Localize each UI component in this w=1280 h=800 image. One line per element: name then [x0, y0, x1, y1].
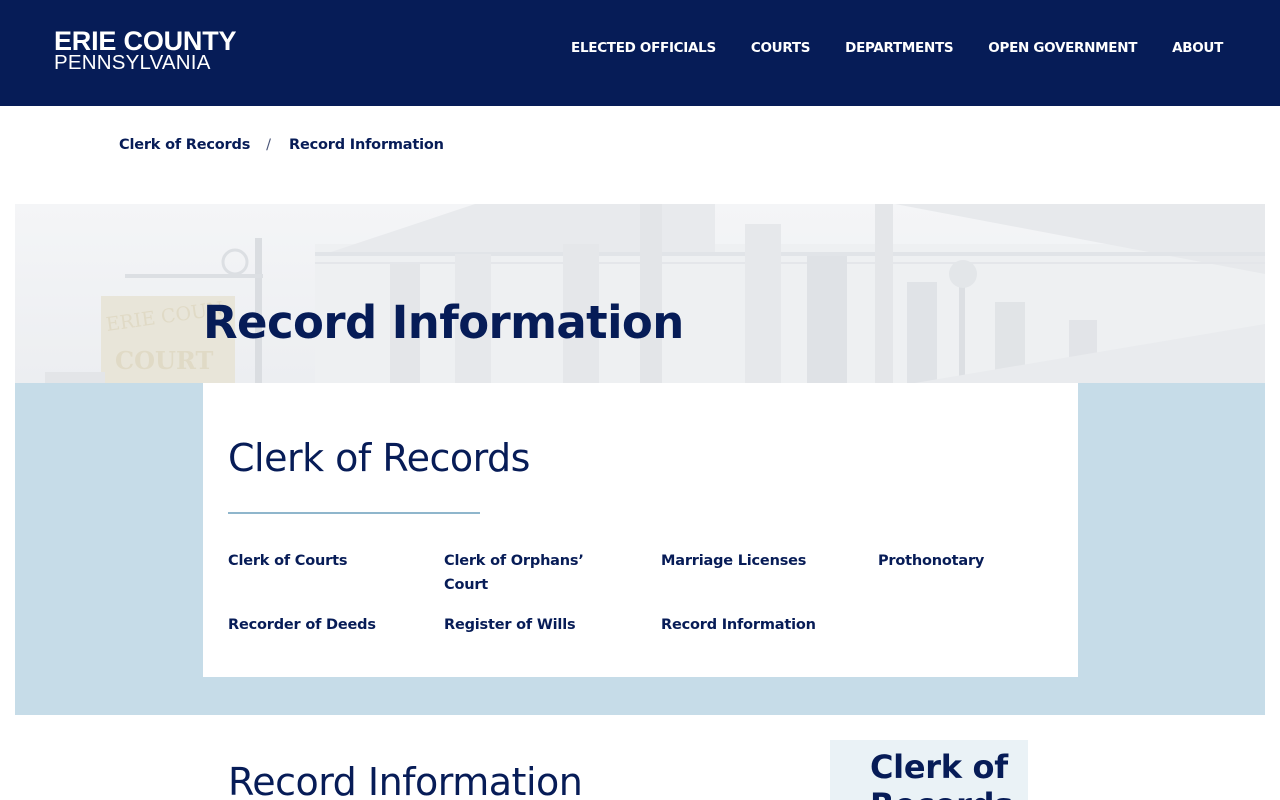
card-divider: [228, 512, 480, 514]
nav-departments[interactable]: DEPARTMENTS: [845, 39, 953, 57]
link-clerk-of-courts[interactable]: Clerk of Courts: [228, 549, 418, 573]
link-record-information[interactable]: Record Information: [661, 613, 861, 637]
site-header: ERIE COUNTY PENNSYLVANIA ELECTED OFFICIA…: [0, 0, 1280, 106]
sidebar-title: Clerk of Records: [870, 748, 1013, 800]
erie-county-logo[interactable]: ERIE COUNTY PENNSYLVANIA: [54, 28, 237, 74]
link-clerk-of-orphans-court[interactable]: Clerk of Orphans’ Court: [444, 549, 594, 597]
breadcrumb-separator: /: [266, 137, 272, 153]
link-register-of-wills[interactable]: Register of Wills: [444, 613, 634, 637]
breadcrumb-clerk-of-records[interactable]: Clerk of Records: [119, 136, 250, 154]
logo-line-pennsylvania: PENNSYLVANIA: [54, 51, 211, 74]
sign-text-court-house: COURT: [115, 346, 213, 375]
sidebar-box: Clerk of Records: [830, 740, 1028, 800]
breadcrumb-record-information[interactable]: Record Information: [289, 136, 444, 154]
nav-courts[interactable]: COURTS: [751, 39, 811, 57]
card-title: Clerk of Records: [228, 436, 530, 480]
link-recorder-of-deeds[interactable]: Recorder of Deeds: [228, 613, 418, 637]
nav-about[interactable]: ABOUT: [1172, 39, 1223, 57]
clerk-of-records-card: Clerk of Records Clerk of Courts Clerk o…: [203, 383, 1078, 677]
page-title: Record Information: [203, 296, 684, 349]
link-marriage-licenses[interactable]: Marriage Licenses: [661, 549, 861, 573]
nav-open-government[interactable]: OPEN GOVERNMENT: [988, 39, 1137, 57]
section-title-record-information: Record Information: [228, 760, 583, 800]
hero-banner: ERIE COUN COURT Record Information: [15, 204, 1265, 383]
link-prothonotary[interactable]: Prothonotary: [878, 549, 1058, 573]
breadcrumb: Clerk of Records / Record Information: [119, 136, 444, 154]
nav-elected-officials[interactable]: ELECTED OFFICIALS: [571, 39, 716, 57]
courthouse-background-image: ERIE COUN COURT: [15, 204, 1265, 383]
main-nav: ELECTED OFFICIALS COURTS DEPARTMENTS OPE…: [571, 39, 1223, 57]
